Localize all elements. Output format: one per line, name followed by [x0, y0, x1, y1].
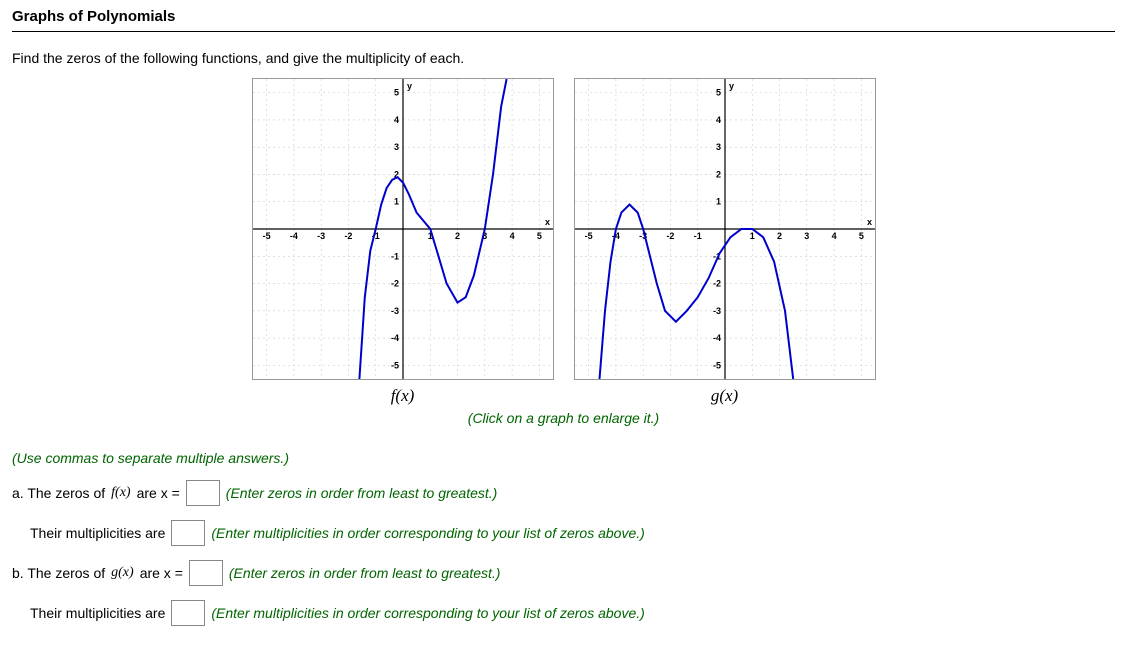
- svg-text:3: 3: [715, 142, 720, 152]
- part-a-mult-hint: (Enter multiplicities in order correspon…: [211, 525, 644, 541]
- part-a-mult-input[interactable]: [171, 520, 205, 546]
- svg-text:-1: -1: [693, 231, 701, 241]
- svg-text:4: 4: [831, 231, 836, 241]
- svg-text:-2: -2: [390, 279, 398, 289]
- part-a-after: are x =: [137, 485, 180, 501]
- svg-text:2: 2: [715, 169, 720, 179]
- svg-text:5: 5: [858, 231, 863, 241]
- svg-text:5: 5: [393, 88, 398, 98]
- svg-text:1: 1: [749, 231, 754, 241]
- svg-text:5: 5: [536, 231, 541, 241]
- svg-text:x: x: [867, 217, 872, 227]
- page-title: Graphs of Polynomials: [12, 8, 1115, 32]
- part-b-label: b. The zeros of: [12, 565, 105, 581]
- svg-text:-3: -3: [390, 306, 398, 316]
- part-b-after: are x =: [140, 565, 183, 581]
- part-a-zeros-row: a. The zeros of f(x) are x = (Enter zero…: [12, 480, 1115, 506]
- svg-text:y: y: [407, 81, 412, 91]
- svg-text:y: y: [729, 81, 734, 91]
- graph-g[interactable]: -5-4-3-2-112345-5-4-3-2-112345yx: [574, 78, 876, 380]
- separate-hint: (Use commas to separate multiple answers…: [12, 450, 1115, 466]
- svg-text:-1: -1: [390, 251, 398, 261]
- graph-f[interactable]: -5-4-3-2-112345-5-4-3-2-112345yx: [252, 78, 554, 380]
- svg-text:x: x: [545, 217, 550, 227]
- part-a-mult-label: Their multiplicities are: [30, 525, 165, 541]
- svg-text:-2: -2: [344, 231, 352, 241]
- part-a-label: a. The zeros of: [12, 485, 105, 501]
- part-a-zeros-hint: (Enter zeros in order from least to grea…: [226, 485, 498, 501]
- part-b-zeros-input[interactable]: [189, 560, 223, 586]
- part-b-fn: g(x): [111, 565, 134, 581]
- svg-text:-2: -2: [712, 279, 720, 289]
- part-b-mult-label: Their multiplicities are: [30, 605, 165, 621]
- part-b-mult-hint: (Enter multiplicities in order correspon…: [211, 605, 644, 621]
- svg-text:4: 4: [509, 231, 514, 241]
- part-a-mult-row: Their multiplicities are (Enter multipli…: [30, 520, 1115, 546]
- instruction-text: Find the zeros of the following function…: [12, 50, 1115, 66]
- svg-text:2: 2: [777, 231, 782, 241]
- svg-text:-3: -3: [712, 306, 720, 316]
- svg-text:-5: -5: [262, 231, 270, 241]
- svg-text:-5: -5: [584, 231, 592, 241]
- graph-f-label: f(x): [391, 386, 415, 406]
- graphs-container: -5-4-3-2-112345-5-4-3-2-112345yx f(x) -5…: [12, 78, 1115, 406]
- part-b-zeros-hint: (Enter zeros in order from least to grea…: [229, 565, 501, 581]
- part-b-mult-input[interactable]: [171, 600, 205, 626]
- svg-text:1: 1: [393, 197, 398, 207]
- click-graph-note: (Click on a graph to enlarge it.): [12, 410, 1115, 426]
- svg-text:-4: -4: [289, 231, 297, 241]
- graph-g-label: g(x): [711, 386, 738, 406]
- svg-text:-4: -4: [390, 333, 398, 343]
- svg-text:-5: -5: [712, 360, 720, 370]
- svg-text:-3: -3: [317, 231, 325, 241]
- svg-text:5: 5: [715, 88, 720, 98]
- svg-text:-4: -4: [712, 333, 720, 343]
- svg-text:4: 4: [715, 115, 720, 125]
- svg-text:3: 3: [804, 231, 809, 241]
- part-b-zeros-row: b. The zeros of g(x) are x = (Enter zero…: [12, 560, 1115, 586]
- part-a-zeros-input[interactable]: [186, 480, 220, 506]
- svg-text:4: 4: [393, 115, 398, 125]
- part-b-mult-row: Their multiplicities are (Enter multipli…: [30, 600, 1115, 626]
- svg-text:1: 1: [715, 197, 720, 207]
- svg-text:2: 2: [455, 231, 460, 241]
- svg-text:3: 3: [393, 142, 398, 152]
- svg-text:-5: -5: [390, 360, 398, 370]
- part-a-fn: f(x): [111, 485, 130, 501]
- svg-text:-2: -2: [666, 231, 674, 241]
